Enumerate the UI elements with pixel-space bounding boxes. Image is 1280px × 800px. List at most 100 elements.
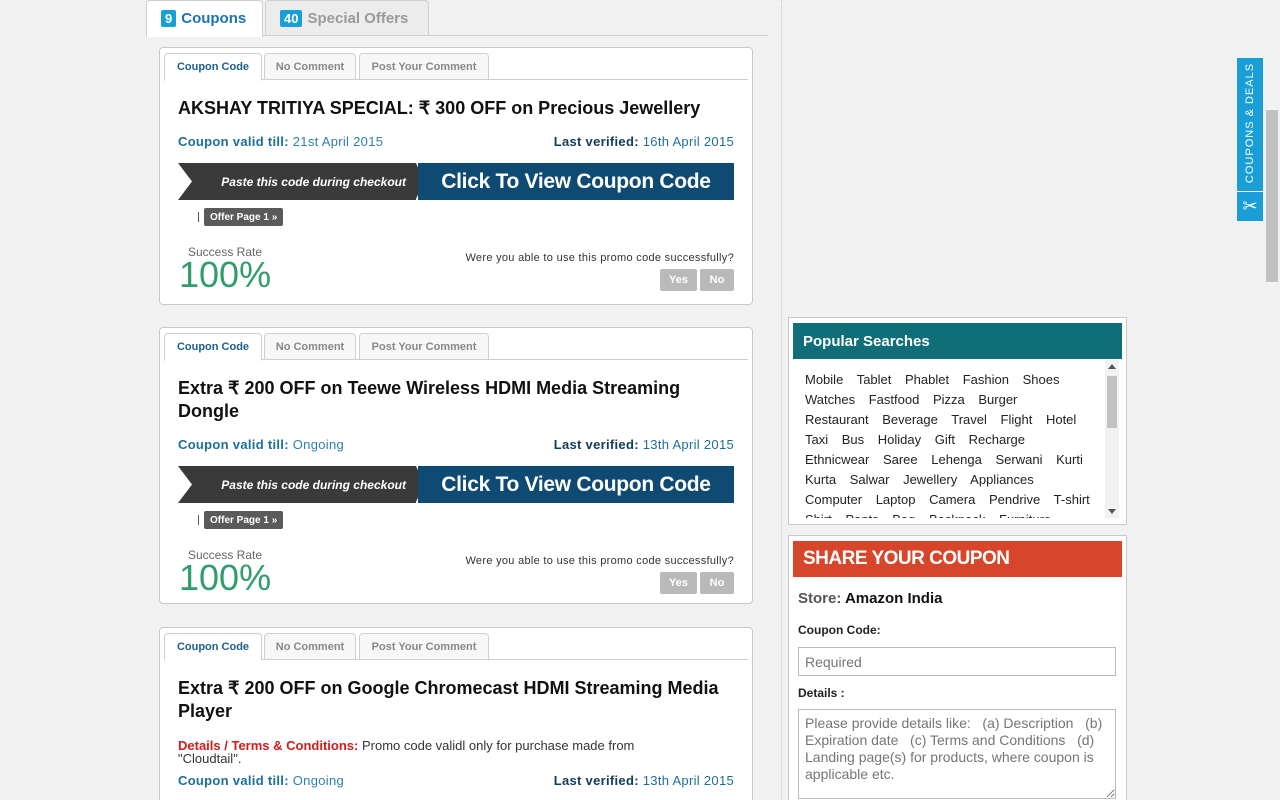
offer-page-link[interactable]: Offer Page 1 » (204, 208, 284, 226)
page-scroll-thumb[interactable] (1266, 110, 1278, 282)
coupon-validity: Coupon valid till: Ongoing (178, 437, 344, 452)
coupons-count-badge: 9 (161, 10, 177, 27)
coupon-title[interactable]: AKSHAY TRITIYA SPECIAL: ₹ 300 OFF on Pre… (178, 97, 734, 120)
coupon-card: Coupon Code No Comment Post Your Comment… (159, 627, 753, 800)
coupon-code-input[interactable] (798, 647, 1116, 676)
yes-button[interactable]: Yes (660, 269, 697, 291)
search-tag[interactable]: Fashion (963, 372, 1009, 387)
search-tag[interactable]: Beverage (882, 412, 938, 427)
column-divider (781, 0, 782, 800)
scroll-down-icon[interactable] (1108, 509, 1116, 514)
verified-label: Last verified: (553, 134, 639, 149)
coupon-card: Coupon Code No Comment Post Your Comment… (159, 327, 753, 604)
share-coupon-panel: SHARE YOUR COUPON Store: Amazon India Co… (788, 535, 1127, 800)
valid-value: 21st April 2015 (292, 134, 384, 149)
search-tag[interactable]: Bag (892, 512, 915, 518)
tab-no-comment[interactable]: No Comment (264, 53, 356, 80)
tab-no-comment[interactable]: No Comment (264, 633, 356, 660)
tab-coupon-code[interactable]: Coupon Code (164, 633, 262, 661)
valid-label: Coupon valid till: (178, 773, 289, 788)
coupon-verified: Last verified: 16th April 2015 (554, 134, 734, 149)
details-textarea[interactable] (798, 709, 1116, 799)
no-button[interactable]: No (700, 572, 734, 594)
offer-page-link[interactable]: Offer Page 1 » (204, 511, 284, 529)
search-tag[interactable]: Fastfood (869, 392, 920, 407)
valid-label: Coupon valid till: (178, 134, 289, 149)
search-tag[interactable]: Gift (935, 432, 955, 447)
search-tag[interactable]: Salwar (850, 472, 890, 487)
feedback-question: Were you able to use this promo code suc… (465, 252, 734, 264)
verified-label: Last verified: (553, 437, 639, 452)
search-tag[interactable]: Kurta (805, 472, 836, 487)
search-tag[interactable]: Computer (805, 492, 862, 507)
coupon-verified: Last verified: 13th April 2015 (554, 437, 734, 452)
search-tag[interactable]: Pendrive (989, 492, 1040, 507)
search-tag[interactable]: Pizza (933, 392, 965, 407)
search-tag[interactable]: Jewellery (903, 472, 957, 487)
coupon-title[interactable]: Extra ₹ 200 OFF on Teewe Wireless HDMI M… (178, 377, 734, 423)
store-name: Amazon India (844, 590, 943, 607)
search-tag[interactable]: Saree (883, 452, 918, 467)
tab-coupon-code[interactable]: Coupon Code (164, 333, 262, 361)
search-tag[interactable]: Bus (842, 432, 864, 447)
search-tag[interactable]: Travel (951, 412, 987, 427)
tab-coupons-label: Coupons (181, 10, 247, 27)
search-tag[interactable]: Burger (978, 392, 1017, 407)
tab-post-comment[interactable]: Post Your Comment (359, 53, 489, 80)
view-coupon-code-button[interactable]: Click To View Coupon Code (418, 466, 734, 503)
page-scrollbar[interactable] (1264, 0, 1280, 800)
search-tag[interactable]: Appliances (970, 472, 1034, 487)
yes-button[interactable]: Yes (660, 572, 697, 594)
popular-searches-panel: Popular Searches Mobile Tablet Phablet F… (788, 317, 1127, 525)
search-tag[interactable]: Hotel (1046, 412, 1076, 427)
tab-no-comment[interactable]: No Comment (264, 333, 356, 360)
verified-label: Last verified: (553, 773, 639, 788)
no-button[interactable]: No (700, 269, 734, 291)
view-coupon-code-button[interactable]: Click To View Coupon Code (418, 163, 734, 200)
coupons-deals-side-tab[interactable]: COUPONS & DEALS ✂ (1237, 58, 1263, 221)
search-tag[interactable]: Lehenga (931, 452, 982, 467)
search-tag[interactable]: Holiday (878, 432, 921, 447)
search-tag[interactable]: Camera (929, 492, 975, 507)
search-tag[interactable]: T-shirt (1054, 492, 1090, 507)
coupon-validity: Coupon valid till: 21st April 2015 (178, 134, 383, 149)
search-tag[interactable]: Shirt (805, 512, 832, 518)
search-tag[interactable]: Backpack (929, 512, 985, 518)
search-tag[interactable]: Mobile (805, 372, 843, 387)
search-tag[interactable]: Phablet (905, 372, 949, 387)
search-tag[interactable]: Laptop (876, 492, 916, 507)
valid-value: Ongoing (292, 437, 345, 452)
card-tabs: Coupon Code No Comment Post Your Comment (164, 53, 748, 81)
search-tag[interactable]: Serwani (996, 452, 1043, 467)
coupon-validity: Coupon valid till: Ongoing (178, 773, 344, 788)
popular-search-tags: Mobile Tablet Phablet Fashion Shoes Watc… (805, 370, 1101, 518)
tags-scrollbar[interactable] (1105, 360, 1119, 518)
search-tag[interactable]: Pants (845, 512, 878, 518)
search-tag[interactable]: Shoes (1023, 372, 1060, 387)
search-tag[interactable]: Taxi (805, 432, 828, 447)
scroll-thumb[interactable] (1107, 376, 1117, 428)
side-tab-text: COUPONS & DEALS (1237, 58, 1263, 188)
coupon-title[interactable]: Extra ₹ 200 OFF on Google Chromecast HDM… (178, 677, 734, 723)
tab-post-comment[interactable]: Post Your Comment (359, 333, 489, 360)
search-tag[interactable]: Restaurant (805, 412, 869, 427)
separator (198, 212, 199, 222)
search-tag[interactable]: Flight (1001, 412, 1033, 427)
search-tag[interactable]: Furniture (999, 512, 1051, 518)
valid-label: Coupon valid till: (178, 437, 289, 452)
search-tag[interactable]: Kurti (1056, 452, 1083, 467)
store-info: Store: Amazon India (798, 590, 942, 607)
search-tag[interactable]: Tablet (857, 372, 892, 387)
tab-post-comment[interactable]: Post Your Comment (359, 633, 489, 660)
scroll-up-icon[interactable] (1108, 364, 1116, 369)
search-tag[interactable]: Ethnicwear (805, 452, 869, 467)
verified-value: 16th April 2015 (642, 134, 734, 149)
search-tag[interactable]: Watches (805, 392, 855, 407)
tab-coupon-code[interactable]: Coupon Code (164, 53, 262, 81)
search-tag[interactable]: Recharge (969, 432, 1025, 447)
tab-special-offers[interactable]: 40 Special Offers (265, 0, 429, 36)
tab-coupons[interactable]: 9 Coupons (146, 0, 263, 37)
separator (198, 515, 199, 525)
coupon-code-label: Coupon Code: (798, 623, 881, 637)
success-rate-value: 100% (179, 254, 272, 295)
